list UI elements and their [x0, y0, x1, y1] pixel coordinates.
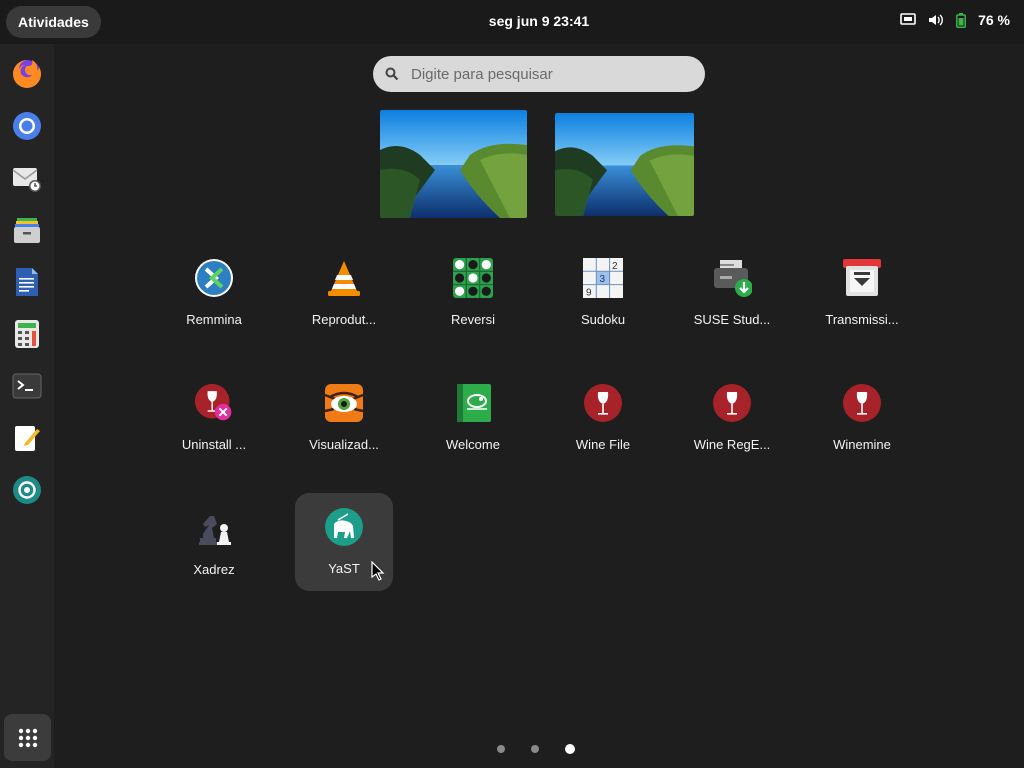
- app-chess[interactable]: Xadrez: [165, 494, 263, 592]
- battery-percent: 76 %: [978, 12, 1010, 28]
- app-winemine[interactable]: Winemine: [813, 369, 911, 467]
- terminal-icon[interactable]: [11, 370, 43, 402]
- calculator-icon[interactable]: [11, 318, 43, 350]
- app-welcome[interactable]: Welcome: [424, 369, 522, 467]
- search-input[interactable]: [373, 56, 705, 92]
- page-dot-1[interactable]: [497, 745, 505, 753]
- app-wine-file[interactable]: Wine File: [554, 369, 652, 467]
- app-label: Wine File: [575, 437, 631, 452]
- app-label: Visualizad...: [309, 437, 379, 452]
- app-label: Sudoku: [580, 312, 626, 327]
- image-viewer-icon: [324, 383, 364, 423]
- suse-studio-icon: [712, 258, 752, 298]
- app-label: Reversi: [450, 312, 496, 327]
- app-image-viewer[interactable]: Visualizad...: [295, 369, 393, 467]
- mouse-cursor-icon: [371, 560, 385, 586]
- app-label: SUSE Stud...: [693, 312, 771, 327]
- app-label: Remmina: [186, 312, 242, 327]
- text-editor-icon[interactable]: [11, 422, 43, 454]
- clock[interactable]: seg jun 9 23:41: [0, 13, 1024, 29]
- workspace-thumbnail-2[interactable]: [555, 113, 694, 216]
- dash: [0, 44, 54, 768]
- app-label: Reprodut...: [311, 312, 377, 327]
- chromium-icon[interactable]: [11, 110, 43, 142]
- app-label: Transmissi...: [825, 312, 899, 327]
- top-bar: Atividades seg jun 9 23:41 76 %: [0, 0, 1024, 44]
- app-label: YaST: [328, 561, 360, 576]
- transmission-icon: [842, 258, 882, 298]
- file-archive-icon[interactable]: [11, 214, 43, 246]
- app-transmission[interactable]: Transmissi...: [813, 244, 911, 342]
- app-label: Uninstall ...: [181, 437, 247, 452]
- battery-icon: [956, 12, 967, 28]
- app-sudoku[interactable]: 2 3 9 Sudoku: [554, 244, 652, 342]
- winemine-icon: [842, 383, 882, 423]
- vlc-icon: [324, 258, 364, 298]
- yast-icon: [324, 507, 364, 547]
- wine-uninstall-icon: [194, 383, 234, 423]
- app-label: Wine RegE...: [693, 437, 771, 452]
- sudoku-digit: 2: [612, 261, 618, 272]
- sudoku-digit: 3: [600, 274, 606, 285]
- wine-file-icon: [583, 383, 623, 423]
- network-wired-icon: [900, 13, 916, 27]
- opensuse-welcome-icon: [453, 383, 493, 423]
- app-suse-studio[interactable]: SUSE Stud...: [683, 244, 781, 342]
- wine-regedit-icon: [712, 383, 752, 423]
- document-icon[interactable]: [11, 266, 43, 298]
- remmina-icon: [194, 258, 234, 298]
- camera-icon[interactable]: [11, 474, 43, 506]
- search-icon: [385, 67, 399, 86]
- reversi-icon: [453, 258, 493, 298]
- system-tray[interactable]: 76 %: [900, 12, 1010, 28]
- page-dot-3[interactable]: [565, 744, 575, 754]
- page-dot-2[interactable]: [531, 745, 539, 753]
- app-remmina[interactable]: Remmina: [165, 244, 263, 342]
- app-label: Winemine: [833, 437, 891, 452]
- app-label: Welcome: [446, 437, 500, 452]
- app-reversi[interactable]: Reversi: [424, 244, 522, 342]
- sudoku-icon: 2 3 9: [583, 258, 623, 298]
- app-vlc[interactable]: Reprodut...: [295, 244, 393, 342]
- chess-icon: [194, 508, 234, 548]
- show-apps-button[interactable]: [4, 714, 51, 761]
- app-label: Xadrez: [193, 562, 235, 577]
- app-wine-uninstall[interactable]: Uninstall ...: [165, 369, 263, 467]
- workspace-thumbnail-1[interactable]: [380, 110, 527, 218]
- sudoku-digit: 9: [586, 288, 592, 299]
- firefox-icon[interactable]: [11, 58, 43, 90]
- page-indicator: [497, 744, 575, 754]
- app-grid-icon: [18, 728, 37, 747]
- app-wine-regedit[interactable]: Wine RegE...: [683, 369, 781, 467]
- volume-icon: [928, 13, 944, 27]
- mail-icon[interactable]: [11, 162, 43, 194]
